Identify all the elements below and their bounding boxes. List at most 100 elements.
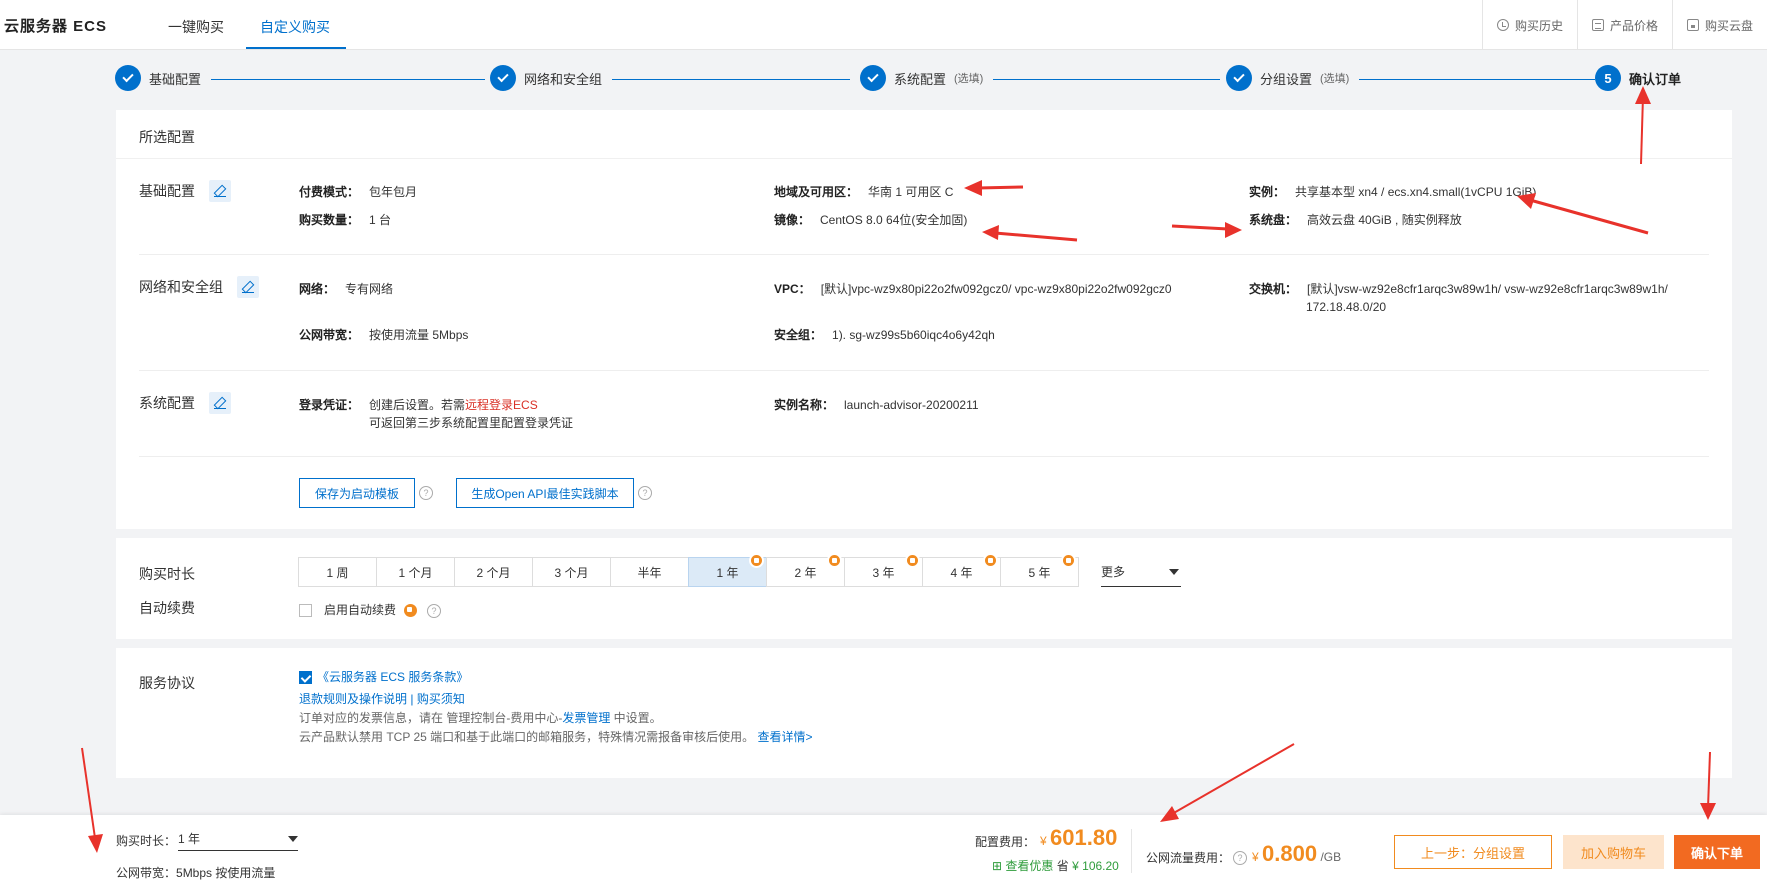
- caret-down-icon: [1169, 568, 1179, 575]
- duration-option-4y[interactable]: 4 年: [922, 553, 1001, 587]
- duration-option-5y[interactable]: 5 年: [1000, 553, 1079, 587]
- generate-openapi-button[interactable]: 生成Open API最佳实践脚本: [456, 478, 634, 508]
- buy-disk-link[interactable]: 购买云盘: [1671, 0, 1767, 50]
- invoice-info: 订单对应的发票信息，请在 管理控制台-费用中心-发票管理 中设置。: [299, 711, 662, 725]
- footer-duration-select[interactable]: 1 年: [178, 827, 298, 851]
- duration-option-3y[interactable]: 3 年: [844, 553, 923, 587]
- step-basic-config[interactable]: 基础配置: [115, 65, 212, 91]
- pay-mode: 付费模式： 包年包月: [299, 185, 418, 199]
- login-credential-hint: 可返回第三步系统配置里配置登录凭证: [369, 416, 574, 430]
- document-icon: [1591, 19, 1604, 31]
- vswitch: 交换机： [默认]vsw-wz92e8cfr1arqc3w89w1h/ vsw-w…: [1249, 282, 1668, 296]
- divider: [1131, 829, 1132, 873]
- duration-option-1m[interactable]: 1 个月: [376, 557, 455, 587]
- step-confirm-order: 5 确认订单: [1595, 65, 1692, 91]
- check-icon: [860, 65, 886, 91]
- discount-badge-icon: [905, 553, 920, 568]
- check-icon: [1226, 65, 1252, 91]
- vpc: VPC： [默认]vpc-wz9x80pi22o2fw092gcz0/ vpc-w…: [774, 282, 1172, 296]
- discount-badge-icon: [749, 553, 764, 568]
- duration-option-half-year[interactable]: 半年: [610, 557, 689, 587]
- refund-rules-link[interactable]: 退款规则及操作说明: [299, 692, 407, 706]
- help-icon[interactable]: ?: [1233, 851, 1247, 865]
- config-fee: ¥ 601.80: [1040, 825, 1118, 850]
- gift-icon: ⊞: [992, 859, 1003, 873]
- duration-panel: 购买时长 1 周 1 个月 2 个月 3 个月 半年 1 年 2 年 3 年 4…: [116, 538, 1732, 639]
- more-duration-select[interactable]: 更多: [1101, 557, 1181, 587]
- help-icon[interactable]: ?: [419, 486, 433, 500]
- brand-title: 云服务器 ECS: [4, 18, 108, 35]
- group-label-network: 网络和安全组: [139, 279, 223, 295]
- agreement-label: 服务协议: [139, 675, 195, 691]
- confirm-order-button[interactable]: 确认下单: [1674, 835, 1760, 869]
- help-icon[interactable]: ?: [427, 604, 441, 618]
- auto-renew-text: 启用自动续费: [324, 603, 397, 617]
- edit-basic-button[interactable]: [209, 180, 231, 202]
- divider: [139, 370, 1709, 371]
- divider: [116, 158, 1732, 159]
- view-discount-link[interactable]: 查看优惠: [1005, 859, 1053, 873]
- active-tab-underline: [246, 47, 346, 49]
- step-connector: [980, 79, 1220, 80]
- discount-badge-icon: [1061, 553, 1076, 568]
- step-connector: [210, 79, 485, 80]
- discount-badge-icon: [983, 553, 998, 568]
- step-system-config[interactable]: 系统配置 (选填): [860, 65, 994, 91]
- step-network[interactable]: 网络和安全组: [490, 65, 613, 91]
- image: 镜像： CentOS 8.0 64位(安全加固): [774, 213, 968, 227]
- clock-icon: [1496, 19, 1509, 31]
- edit-system-button[interactable]: [209, 392, 231, 414]
- purchase-qty: 购买数量： 1 台: [299, 213, 392, 227]
- system-disk: 系统盘： 高效云盘 40GiB , 随实例释放: [1249, 213, 1462, 227]
- public-bandwidth: 公网带宽： 按使用流量 5Mbps: [299, 328, 469, 342]
- pencil-icon: [242, 281, 254, 293]
- group-label-system: 系统配置: [139, 395, 195, 411]
- refund-row: 退款规则及操作说明 | 购买须知: [299, 692, 465, 706]
- invoice-management-link[interactable]: 发票管理: [562, 711, 610, 725]
- duration-label: 购买时长: [139, 566, 195, 582]
- duration-option-2y[interactable]: 2 年: [766, 553, 845, 587]
- duration-option-3m[interactable]: 3 个月: [532, 557, 611, 587]
- agreement-panel: 服务协议 《云服务器 ECS 服务条款》 退款规则及操作说明 | 购买须知 订单…: [116, 648, 1732, 778]
- discount-badge-icon: [827, 553, 842, 568]
- save-launch-template-button[interactable]: 保存为启动模板: [299, 478, 415, 508]
- instance-name: 实例名称： launch-advisor-20200211: [774, 398, 979, 412]
- auto-renew-label: 自动续费: [139, 600, 195, 616]
- lock-icon: [1686, 19, 1699, 31]
- duration-option-2m[interactable]: 2 个月: [454, 557, 533, 587]
- login-credential: 登录凭证： 创建后设置。若需远程登录ECS: [299, 398, 538, 412]
- top-nav: 云服务器 ECS 一键购买 自定义购买 购买历史 产品价格 购买云盘: [0, 0, 1767, 50]
- purchase-history-link[interactable]: 购买历史: [1481, 0, 1577, 50]
- terms-link[interactable]: 《云服务器 ECS 服务条款》: [317, 668, 468, 686]
- traffic-fee-label: 公网流量费用：: [1146, 851, 1231, 865]
- duration-options: 1 周 1 个月 2 个月 3 个月 半年 1 年 2 年 3 年 4 年 5 …: [298, 553, 1079, 587]
- agreement-checkbox[interactable]: [299, 671, 312, 684]
- product-price-link[interactable]: 产品价格: [1576, 0, 1672, 50]
- previous-step-button[interactable]: 上一步：分组设置: [1394, 835, 1552, 869]
- auto-renew-checkbox[interactable]: [299, 604, 312, 617]
- discount-badge-icon: [404, 604, 417, 617]
- step-connector: [1355, 79, 1595, 80]
- traffic-fee: ¥ 0.800 /GB: [1252, 841, 1342, 866]
- divider: [139, 254, 1709, 255]
- remote-login-link[interactable]: 远程登录ECS: [465, 398, 538, 412]
- view-details-link[interactable]: 查看详情>: [757, 730, 812, 744]
- tab-custom-buy[interactable]: 自定义购买: [260, 17, 330, 37]
- top-links: 购买历史 产品价格 购买云盘: [1481, 0, 1767, 50]
- purchase-notice-link[interactable]: 购买须知: [417, 692, 465, 706]
- add-to-cart-button[interactable]: 加入购物车: [1563, 835, 1664, 869]
- section-title: 所选配置: [139, 129, 195, 145]
- duration-option-1y[interactable]: 1 年: [688, 553, 767, 587]
- duration-option-1w[interactable]: 1 周: [298, 557, 377, 587]
- instance-type: 实例： 共享基本型 xn4 / ecs.xn4.small(1vCPU 1GiB): [1249, 185, 1537, 199]
- caret-down-icon: [288, 835, 298, 842]
- security-group: 安全组： 1). sg-wz99s5b60iqc4o6y42qh: [774, 328, 995, 342]
- discount-row: ⊞ 查看优惠 省 ¥ 106.20: [992, 859, 1119, 873]
- help-icon[interactable]: ?: [638, 486, 652, 500]
- edit-network-button[interactable]: [237, 276, 259, 298]
- network-type: 网络： 专有网络: [299, 282, 394, 296]
- tab-quick-buy[interactable]: 一键购买: [168, 17, 224, 37]
- pencil-icon: [214, 185, 226, 197]
- step-group-settings[interactable]: 分组设置 (选填): [1226, 65, 1360, 91]
- selected-config-panel: 所选配置 基础配置 付费模式： 包年包月 购买数量： 1 台 地域及可用区： 华南 1…: [116, 110, 1732, 529]
